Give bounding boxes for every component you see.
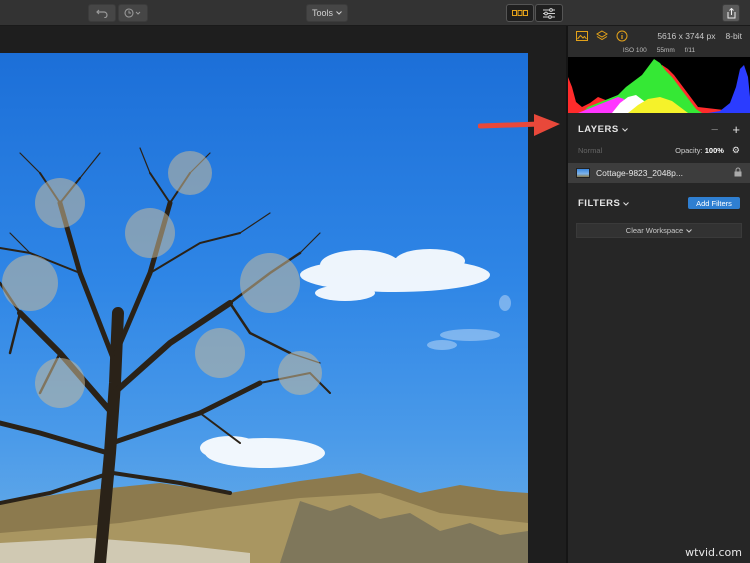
share-button[interactable]	[722, 4, 740, 22]
chevron-down-icon	[686, 226, 693, 235]
chevron-down-icon	[336, 11, 342, 15]
info-icon[interactable]	[616, 30, 628, 42]
adjust-panel-button[interactable]	[535, 4, 563, 22]
opacity-control[interactable]: Opacity: 100%	[675, 146, 724, 155]
layers-title: LAYERS	[578, 123, 619, 135]
app-window: Tools 5616 x 3744 px 8-bit ISO 100 55mm …	[0, 0, 750, 563]
image-canvas[interactable]	[0, 26, 566, 563]
exif-row: ISO 100 55mm f/11	[568, 46, 750, 57]
layer-item[interactable]: Cottage-9823_2048p...	[568, 163, 750, 183]
compare-view-button[interactable]	[506, 4, 534, 22]
annotation-arrow-icon	[478, 114, 560, 136]
share-icon	[727, 7, 736, 19]
undo-button[interactable]	[88, 4, 116, 22]
filters-header: FILTERS Add Filters	[568, 189, 750, 217]
chevron-down-icon	[621, 124, 628, 135]
history-button[interactable]	[118, 4, 148, 22]
exif-focal-length: 55mm	[656, 47, 675, 54]
gear-icon[interactable]: ⚙	[732, 145, 740, 156]
add-layer-button[interactable]: +	[732, 122, 740, 137]
layers-header: LAYERS − +	[568, 115, 750, 143]
layers-icon[interactable]	[596, 30, 608, 42]
undo-icon	[96, 8, 108, 18]
panel-header: 5616 x 3744 px 8-bit	[568, 26, 750, 46]
image-dimensions: 5616 x 3744 px	[657, 31, 716, 41]
tools-label: Tools	[311, 8, 333, 18]
image-info-icon[interactable]	[576, 30, 588, 42]
filters-dropdown[interactable]: FILTERS	[578, 197, 630, 209]
layer-thumbnail	[576, 168, 590, 178]
bit-depth: 8-bit	[725, 31, 742, 41]
histogram	[568, 57, 750, 113]
layers-dropdown[interactable]: LAYERS	[578, 124, 628, 135]
layer-name: Cottage-9823_2048p...	[596, 168, 683, 178]
lock-icon[interactable]	[734, 164, 742, 182]
right-panel: 5616 x 3744 px 8-bit ISO 100 55mm f/11 L…	[566, 26, 750, 563]
blend-row: Normal Opacity: 100% ⚙	[568, 143, 750, 157]
exif-iso: ISO 100	[622, 47, 647, 54]
clear-workspace-button[interactable]: Clear Workspace	[576, 223, 742, 238]
add-filters-button[interactable]: Add Filters	[688, 197, 740, 209]
chevron-down-icon	[623, 198, 630, 209]
clock-icon	[124, 8, 142, 18]
adjust-sliders-icon	[542, 7, 556, 19]
remove-layer-button[interactable]: −	[711, 122, 719, 137]
clear-workspace-label: Clear Workspace	[625, 226, 684, 235]
opacity-value: 100%	[704, 145, 724, 155]
image-dimensions-info: 5616 x 3744 px 8-bit	[657, 31, 742, 41]
blend-mode-select[interactable]: Normal	[578, 146, 602, 155]
filters-title: FILTERS	[578, 197, 621, 209]
opacity-label: Opacity:	[675, 145, 703, 155]
photo-preview[interactable]	[0, 53, 528, 563]
exif-aperture: f/11	[684, 47, 696, 54]
top-toolbar: Tools	[0, 0, 750, 26]
tools-menu-button[interactable]: Tools	[306, 4, 348, 22]
compare-view-icon	[512, 9, 528, 17]
watermark: wtvid.com	[685, 546, 742, 559]
